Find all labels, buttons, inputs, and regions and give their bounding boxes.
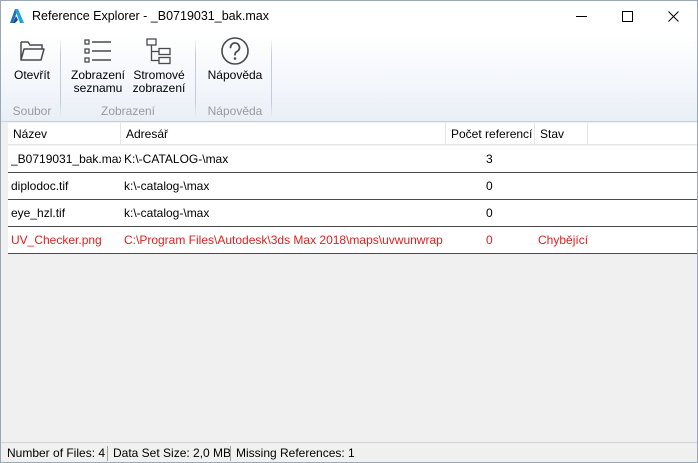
autodesk-logo-icon — [10, 9, 24, 23]
table-row[interactable]: _B0719031_bak.max K:\-CATALOG-\max 3 — [8, 146, 697, 173]
column-header-directory[interactable]: Adresář — [121, 123, 446, 145]
list-view-button[interactable]: Zobrazení seznamu — [67, 36, 129, 102]
list-view-icon — [84, 39, 111, 63]
group-label-file: Soubor — [12, 104, 52, 118]
row-name: UV_Checker.png — [11, 233, 102, 247]
column-header-ref-count[interactable]: Počet referencí — [446, 123, 535, 145]
group-label-help: Nápověda — [207, 104, 263, 118]
table-row[interactable]: diplodoc.tif k:\-catalog-\max 0 — [8, 173, 697, 200]
group-label-view: Zobrazení — [100, 104, 156, 118]
row-status — [538, 146, 598, 172]
question-circle-icon — [221, 37, 249, 65]
list-header: Název Adresář Počet referencí Stav — [8, 123, 697, 145]
tree-view-button[interactable]: Stromové zobrazení — [129, 36, 189, 102]
status-data-size: Data Set Size: 2,0 MB — [113, 446, 232, 460]
maximize-icon — [621, 11, 633, 22]
maximize-button[interactable] — [604, 1, 650, 32]
status-file-count: Number of Files: 4 — [7, 446, 106, 460]
ribbon-separator — [271, 38, 272, 118]
folder-open-icon — [20, 41, 45, 61]
row-path: K:\-CATALOG-\max — [124, 152, 229, 166]
row-count: 3 — [486, 152, 493, 166]
table-row-missing[interactable]: UV_Checker.png C:\Program Files\Autodesk… — [8, 227, 697, 254]
row-status — [538, 173, 598, 199]
reference-list[interactable]: Název Adresář Počet referencí Stav _B071… — [8, 122, 697, 439]
row-count: 0 — [486, 179, 493, 193]
row-count: 0 — [486, 233, 493, 247]
close-button[interactable] — [650, 1, 696, 32]
row-status — [538, 200, 598, 226]
minimize-button[interactable] — [558, 1, 604, 32]
tree-view-label-line2: zobrazení — [132, 81, 186, 95]
row-count: 0 — [486, 206, 493, 220]
status-missing-refs: Missing References: 1 — [236, 446, 355, 460]
row-status: Chybějící — [538, 233, 589, 247]
ribbon-separator — [195, 38, 196, 118]
close-icon — [667, 11, 679, 22]
minimize-icon — [575, 16, 587, 17]
column-header-name[interactable]: Název — [8, 123, 121, 145]
column-header-status[interactable]: Stav — [535, 123, 588, 145]
row-path: k:\-catalog-\max — [124, 206, 210, 220]
reference-explorer-window: Reference Explorer - _B0719031_bak.max O… — [0, 0, 698, 463]
ribbon-separator — [60, 38, 61, 118]
row-path: C:\Program Files\Autodesk\3ds Max 2018\m… — [124, 233, 443, 247]
open-label: Otevřít — [13, 68, 50, 82]
open-button[interactable]: Otevřít — [9, 36, 55, 102]
help-button[interactable]: Nápověda — [203, 36, 267, 102]
ribbon-toolbar: Otevřít Zobrazení seznamu Stromové zobra… — [1, 32, 697, 122]
window-title: Reference Explorer - _B0719031_bak.max — [32, 9, 269, 23]
help-label: Nápověda — [207, 68, 263, 82]
status-bar: Number of Files: 4 Data Set Size: 2,0 MB… — [1, 442, 697, 462]
tree-view-icon — [146, 38, 171, 65]
row-name: _B0719031_bak.max — [11, 152, 121, 166]
table-row[interactable]: eye_hzl.tif k:\-catalog-\max 0 — [8, 200, 697, 227]
title-bar[interactable]: Reference Explorer - _B0719031_bak.max — [1, 1, 697, 32]
row-name: diplodoc.tif — [11, 179, 69, 193]
list-view-label-line2: seznamu — [73, 81, 123, 95]
row-name: eye_hzl.tif — [11, 206, 66, 220]
row-path: k:\-catalog-\max — [124, 179, 210, 193]
